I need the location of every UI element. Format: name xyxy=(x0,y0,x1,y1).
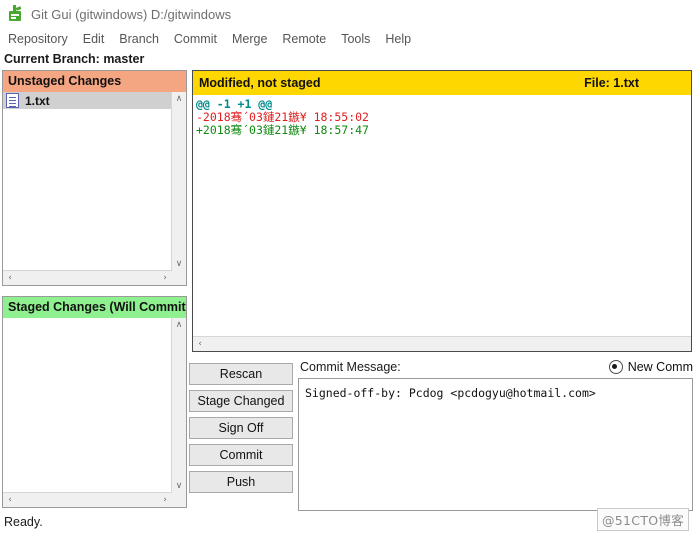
commit-message-bar: Commit Message: New Comm xyxy=(295,356,693,378)
menu-item-repository[interactable]: Repository xyxy=(5,32,76,46)
diff-status-text: Modified, not staged xyxy=(199,76,321,90)
unstaged-vertical-scrollbar[interactable]: ∧ ∨ xyxy=(171,92,186,271)
new-commit-label: New Comm xyxy=(627,360,693,374)
rescan-button[interactable]: Rescan xyxy=(189,363,293,385)
commit-message-area: Commit Message: New Comm Signed-off-by: … xyxy=(295,356,693,511)
right-column: Modified, not staged File: 1.txt @@ -1 +… xyxy=(189,68,693,511)
commit-button[interactable]: Commit xyxy=(189,444,293,466)
diff-text-content: @@ -1 +1 @@ -2018骞´03鏈21鏃¥ 18:55:02 +201… xyxy=(194,96,691,336)
staged-file-list[interactable] xyxy=(3,318,172,493)
scroll-down-icon[interactable]: ∨ xyxy=(172,257,186,271)
menu-item-remote[interactable]: Remote xyxy=(279,32,334,46)
unstaged-changes-panel: Unstaged Changes 1.txt ∧ ∨ ‹ › xyxy=(2,70,187,286)
staged-changes-header: Staged Changes (Will Commit) xyxy=(3,297,186,318)
git-logo-icon xyxy=(6,5,24,23)
action-button-column: Rescan Stage Changed Sign Off Commit Pus… xyxy=(189,363,295,498)
menu-item-help[interactable]: Help xyxy=(382,32,419,46)
menu-item-edit[interactable]: Edit xyxy=(80,32,113,46)
diff-line-added: +2018骞´03鏈21鏃¥ 18:57:47 xyxy=(196,122,369,137)
push-button[interactable]: Push xyxy=(189,471,293,493)
scroll-right-icon[interactable]: › xyxy=(158,493,172,507)
unstaged-changes-body: 1.txt ∧ ∨ ‹ › xyxy=(3,92,186,285)
diff-viewer-panel: Modified, not staged File: 1.txt @@ -1 +… xyxy=(192,70,692,352)
scrollbar-corner xyxy=(172,493,186,507)
scroll-up-icon[interactable]: ∧ xyxy=(172,318,186,332)
sign-off-button[interactable]: Sign Off xyxy=(189,417,293,439)
window-title: Git Gui (gitwindows) D:/gitwindows xyxy=(31,6,232,22)
menu-item-merge[interactable]: Merge xyxy=(229,32,275,46)
unstaged-file-list[interactable]: 1.txt xyxy=(3,92,172,271)
staged-vertical-scrollbar[interactable]: ∧ ∨ xyxy=(171,318,186,493)
text-file-icon xyxy=(6,93,19,108)
file-name: 1.txt xyxy=(25,93,50,108)
staged-changes-panel: Staged Changes (Will Commit) ∧ ∨ ‹ › xyxy=(2,296,187,508)
scroll-right-icon[interactable]: › xyxy=(158,271,172,285)
new-commit-radio[interactable]: New Comm xyxy=(608,360,693,374)
menu-bar: Repository Edit Branch Commit Merge Remo… xyxy=(0,28,693,50)
diff-file-label: File: 1.txt xyxy=(584,76,639,90)
watermark: @51CTO博客 xyxy=(596,508,689,531)
list-item[interactable]: 1.txt xyxy=(3,92,172,109)
commit-message-input[interactable]: Signed-off-by: Pcdog <pcdogyu@hotmail.co… xyxy=(298,378,693,511)
staged-horizontal-scrollbar[interactable]: ‹ › xyxy=(3,492,172,507)
status-bar: Ready. xyxy=(0,511,693,537)
diff-status-header: Modified, not staged File: 1.txt xyxy=(193,71,691,95)
scroll-left-icon[interactable]: ‹ xyxy=(3,493,17,507)
radio-selected-icon[interactable] xyxy=(608,360,623,374)
stage-changed-button[interactable]: Stage Changed xyxy=(189,390,293,412)
scroll-left-icon[interactable]: ‹ xyxy=(3,271,17,285)
unstaged-horizontal-scrollbar[interactable]: ‹ › xyxy=(3,270,172,285)
scroll-left-icon[interactable]: ‹ xyxy=(193,337,207,351)
menu-item-commit[interactable]: Commit xyxy=(171,32,225,46)
main-area: Unstaged Changes 1.txt ∧ ∨ ‹ › Staged Ch… xyxy=(0,68,693,511)
bottom-right-area: Rescan Stage Changed Sign Off Commit Pus… xyxy=(189,356,693,511)
left-column: Unstaged Changes 1.txt ∧ ∨ ‹ › Staged Ch… xyxy=(0,68,189,511)
unstaged-changes-header: Unstaged Changes xyxy=(3,71,186,92)
scrollbar-corner xyxy=(172,271,186,285)
commit-message-text: Signed-off-by: Pcdog <pcdogyu@hotmail.co… xyxy=(305,386,596,400)
staged-changes-body: ∧ ∨ ‹ › xyxy=(3,318,186,507)
menu-item-branch[interactable]: Branch xyxy=(116,32,167,46)
title-bar: Git Gui (gitwindows) D:/gitwindows xyxy=(0,0,693,28)
scroll-up-icon[interactable]: ∧ xyxy=(172,92,186,106)
current-branch-label: Current Branch: master xyxy=(0,50,693,68)
scroll-down-icon[interactable]: ∨ xyxy=(172,479,186,493)
commit-message-label: Commit Message: xyxy=(300,360,401,374)
menu-item-tools[interactable]: Tools xyxy=(338,32,378,46)
diff-body[interactable]: @@ -1 +1 @@ -2018骞´03鏈21鏃¥ 18:55:02 +201… xyxy=(193,95,691,351)
diff-horizontal-scrollbar[interactable]: ‹ xyxy=(193,336,691,351)
